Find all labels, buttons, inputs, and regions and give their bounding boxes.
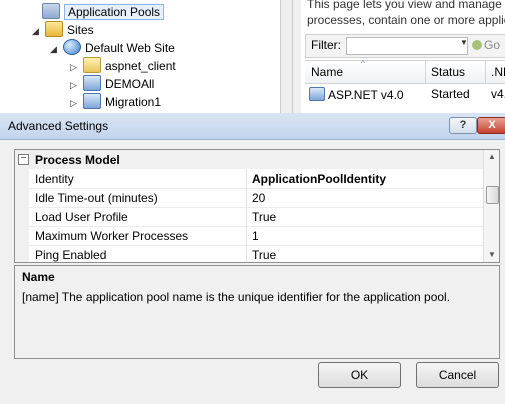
property-row-ping-enabled[interactable]: Ping Enabled True (15, 245, 483, 262)
property-name: Idle Time-out (minutes) (35, 191, 158, 205)
property-grid: − Process Model Identity ApplicationPool… (14, 149, 500, 263)
globe-icon (63, 39, 81, 55)
expand-icon[interactable]: ▷ (70, 76, 80, 94)
iis-manager-background: Application Pools ◢ Sites ◢ Default Web Si… (0, 0, 505, 113)
dialog-body: − Process Model Identity ApplicationPool… (0, 140, 505, 404)
tree-item-default-web-site[interactable]: ◢ Default Web Site (50, 39, 175, 57)
property-name: Identity (35, 172, 74, 186)
row-margin (15, 188, 29, 207)
category-label: Process Model (35, 153, 120, 167)
property-grid-scrollbar[interactable]: ▲ ▼ (483, 150, 499, 262)
tree-item-label: Default Web Site (85, 41, 175, 55)
dialog-titlebar[interactable]: Advanced Settings ? X (0, 113, 505, 140)
cell-name: ASP.NET v4.0 (309, 87, 404, 102)
property-value[interactable]: ApplicationPoolIdentity (252, 172, 386, 186)
property-row-max-worker-processes[interactable]: Maximum Worker Processes 1 (15, 226, 483, 246)
tree-item-aspnet-client[interactable]: ▷ aspnet_client (70, 57, 176, 75)
property-value[interactable]: True (252, 248, 276, 262)
property-row-load-user-profile[interactable]: Load User Profile True (15, 207, 483, 227)
advanced-settings-dialog: Advanced Settings ? X − Process Model Id… (0, 113, 505, 404)
column-header-status[interactable]: Status (431, 65, 465, 79)
go-button[interactable]: Go (472, 38, 500, 52)
property-name: Maximum Worker Processes (35, 229, 189, 243)
filter-label: Filter: (311, 38, 341, 52)
cell-name-text: ASP.NET v4.0 (328, 88, 404, 102)
tree-item-migration1[interactable]: ▷ Migration1 (70, 93, 161, 111)
go-icon (472, 40, 482, 50)
cell-net-version: v4. (491, 87, 505, 101)
column-separator[interactable] (246, 245, 247, 262)
tree-item-label: Application Pools (64, 4, 165, 20)
property-value[interactable]: True (252, 210, 276, 224)
row-margin (15, 169, 29, 188)
tree-item-label: DEMOAll (105, 77, 155, 91)
column-separator[interactable] (425, 61, 426, 83)
description-title: Name (22, 270, 55, 284)
description-line: This page lets you view and manage t (307, 0, 505, 11)
column-separator[interactable] (246, 226, 247, 245)
folder-icon (83, 57, 101, 73)
application-icon (83, 93, 101, 109)
column-separator[interactable] (246, 188, 247, 207)
description-panel: Name [name] The application pool name is… (14, 265, 500, 359)
scrollbar-thumb[interactable] (486, 186, 499, 204)
filter-input[interactable] (346, 37, 468, 55)
cell-status: Started (431, 87, 470, 101)
application-pool-icon (309, 87, 325, 101)
tree-item-label: Migration1 (105, 95, 162, 109)
sort-ascending-icon: ^ (361, 59, 365, 68)
column-separator[interactable] (246, 207, 247, 226)
tree-item-label: aspnet_client (105, 59, 176, 73)
connections-tree: Application Pools ◢ Sites ◢ Default Web Si… (0, 0, 293, 113)
expand-icon[interactable]: ▷ (70, 58, 80, 76)
description-line: processes, contain one or more applic (307, 13, 505, 27)
filter-dropdown-icon[interactable]: ▼ (460, 38, 468, 47)
column-header-name[interactable]: Name (311, 65, 343, 79)
collapse-icon[interactable]: − (18, 154, 29, 165)
application-pools-icon (42, 3, 60, 19)
help-button[interactable]: ? (449, 117, 477, 134)
application-icon (83, 75, 101, 91)
cancel-button[interactable]: Cancel (416, 362, 499, 388)
close-button[interactable]: X (477, 117, 505, 134)
category-process-model[interactable]: − Process Model (15, 150, 483, 169)
tree-item-sites[interactable]: ◢ Sites (32, 21, 94, 39)
property-value[interactable]: 1 (252, 229, 259, 243)
ok-button[interactable]: OK (318, 362, 401, 388)
table-header: Name ^ Status .NE (305, 59, 505, 84)
scroll-up-icon[interactable]: ▲ (484, 150, 499, 164)
column-header-net[interactable]: .NE (491, 65, 505, 79)
expand-icon[interactable]: ▷ (70, 94, 80, 112)
table-row[interactable]: ASP.NET v4.0 Started v4. (305, 84, 505, 104)
property-value[interactable]: 20 (252, 191, 265, 205)
property-row-idle-timeout[interactable]: Idle Time-out (minutes) 20 (15, 188, 483, 208)
tree-item-demoall[interactable]: ▷ DEMOAll (70, 75, 154, 93)
dialog-title: Advanced Settings (8, 119, 109, 133)
column-separator[interactable] (246, 169, 247, 188)
application-pools-pane: This page lets you view and manage t pro… (301, 0, 505, 113)
go-label: Go (484, 38, 501, 52)
row-margin (15, 226, 29, 245)
tree-item-application-pools[interactable]: Application Pools (42, 3, 165, 21)
property-name: Ping Enabled (35, 248, 107, 262)
description-text: [name] The application pool name is the … (22, 290, 451, 304)
row-margin (15, 245, 29, 262)
page-description: This page lets you view and manage t pro… (307, 0, 505, 28)
scroll-down-icon[interactable]: ▼ (484, 248, 499, 262)
property-name: Load User Profile (35, 210, 128, 224)
column-separator[interactable] (485, 61, 486, 83)
filter-bar: Filter: ▼ Go (305, 34, 505, 58)
property-row-identity[interactable]: Identity ApplicationPoolIdentity (15, 169, 483, 189)
sites-icon (45, 21, 63, 37)
row-margin (15, 207, 29, 226)
expand-icon[interactable]: ◢ (50, 40, 60, 58)
expand-icon[interactable]: ◢ (32, 22, 42, 40)
tree-item-label: Sites (67, 23, 94, 37)
